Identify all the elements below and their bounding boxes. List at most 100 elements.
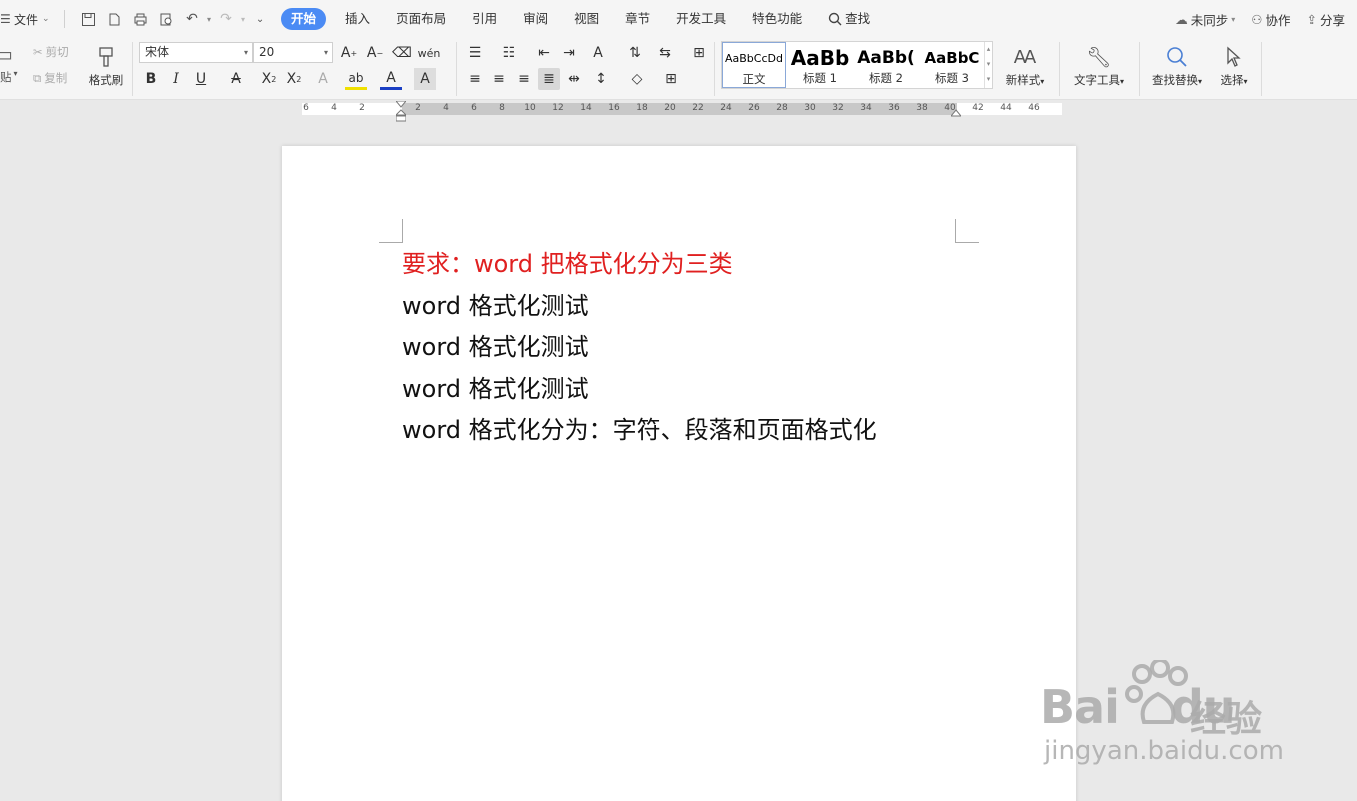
style-name: 标题 3 xyxy=(935,71,969,85)
paragraph[interactable]: word 格式化测试 xyxy=(402,327,877,369)
paste-label: 贴 xyxy=(0,70,12,84)
align-center-icon[interactable]: ≡ xyxy=(488,68,510,90)
bold-icon[interactable]: B xyxy=(140,68,162,90)
search-command[interactable]: 查找 xyxy=(815,8,883,30)
decrease-indent-icon[interactable]: ⇤ xyxy=(533,42,555,64)
paragraph[interactable]: word 格式化测试 xyxy=(402,369,877,411)
collaborate-button[interactable]: ⚇ 协作 xyxy=(1251,10,1290,29)
show-marks-icon[interactable]: ⇆ xyxy=(654,42,676,64)
justify-icon[interactable]: ≣ xyxy=(538,68,560,90)
text-effect-icon[interactable]: A xyxy=(312,68,334,90)
document-page[interactable]: 要求：word 把格式化分为三类 word 格式化测试 word 格式化测试 w… xyxy=(282,146,1076,801)
undo-icon[interactable]: ↶ xyxy=(181,8,203,30)
undo-dropdown-icon[interactable]: ▾ xyxy=(207,15,211,24)
phonetic-guide-icon[interactable]: wén xyxy=(418,42,441,64)
ruler-tick-label: 30 xyxy=(804,103,816,113)
distributed-icon[interactable]: ⇹ xyxy=(563,68,585,90)
print-preview-icon[interactable] xyxy=(155,8,177,30)
account-actions: ☁ 未同步 ▾ ⚇ 协作 ⇪ 分享 xyxy=(1175,0,1345,38)
strikethrough-icon[interactable]: A xyxy=(225,68,247,90)
export-pdf-icon[interactable] xyxy=(103,8,125,30)
shrink-font-icon[interactable]: A − xyxy=(364,42,386,64)
clear-format-icon[interactable]: ⌫ xyxy=(391,42,413,64)
highlight-icon[interactable]: ab xyxy=(345,68,367,90)
bullets-icon[interactable]: ☰ xyxy=(464,42,486,64)
menu-bar: ☰ 文件 ⌄ ↶ ▾ ↷ ▾ ⌄ 开始 插入 页面布局 引用 审阅 视图 章节 … xyxy=(0,0,1357,38)
font-size-select[interactable]: 20 ▾ xyxy=(253,42,333,63)
line-spacing-icon[interactable]: ↕ xyxy=(590,68,612,90)
font-name-select[interactable]: 宋体 ▾ xyxy=(139,42,253,63)
separator xyxy=(1059,42,1060,96)
style-heading-2[interactable]: AaBb( 标题 2 xyxy=(854,42,918,88)
sort-icon[interactable]: ⇅ xyxy=(624,42,646,64)
styles-scroll[interactable]: ▴ ▾ ▾ xyxy=(984,42,992,88)
ruler-tick-label: 14 xyxy=(580,103,592,113)
increase-indent-icon[interactable]: ⇥ xyxy=(558,42,580,64)
style-heading-3[interactable]: AaBbC 标题 3 xyxy=(920,42,984,88)
format-painter-icon xyxy=(86,42,126,72)
text-tools-button[interactable]: 🔧︎ 文字工具▾ xyxy=(1068,42,1130,88)
customize-toolbar-icon[interactable]: ⌄ xyxy=(249,8,271,30)
redo-icon[interactable]: ↷ xyxy=(215,8,237,30)
margin-corner-mark xyxy=(379,219,403,243)
copy-button[interactable]: ⧉ 复制 xyxy=(33,68,67,88)
tab-review[interactable]: 审阅 xyxy=(510,8,561,30)
select-button[interactable]: 选择▾ xyxy=(1214,42,1254,88)
ruler-tick-label: 38 xyxy=(916,103,928,113)
tab-developer[interactable]: 开发工具 xyxy=(663,8,739,30)
paragraph[interactable]: word 格式化分为：字符、段落和页面格式化 xyxy=(402,410,877,452)
paragraph-shading-icon[interactable]: ◇ xyxy=(626,68,648,90)
find-replace-label: 查找替换 xyxy=(1151,73,1198,87)
new-style-label: 新样式 xyxy=(1005,73,1041,87)
tab-references[interactable]: 引用 xyxy=(459,8,510,30)
paste-button[interactable]: ▭ 贴 ▾ xyxy=(0,42,18,88)
align-left-icon[interactable]: ≡ xyxy=(464,68,486,90)
tab-home[interactable]: 开始 xyxy=(281,8,327,30)
borders-icon[interactable]: ⊞ xyxy=(660,68,682,90)
right-indent-marker[interactable] xyxy=(949,108,963,118)
ruler-tick-label: 34 xyxy=(860,103,872,113)
font-color-icon[interactable]: A xyxy=(380,68,402,90)
style-normal[interactable]: AaBbCcDd 正文 xyxy=(722,42,786,88)
grow-font-icon[interactable]: A + xyxy=(338,42,360,64)
left-indent-marker[interactable] xyxy=(394,100,408,122)
align-right-icon[interactable]: ≡ xyxy=(513,68,535,90)
superscript-icon[interactable]: X2 xyxy=(258,68,280,90)
sync-status-button[interactable]: ☁ 未同步 ▾ xyxy=(1175,10,1235,29)
paragraph[interactable]: word 格式化测试 xyxy=(402,286,877,328)
separator xyxy=(1139,42,1140,96)
table-border-icon[interactable]: ⊞ xyxy=(688,42,710,64)
paragraph[interactable]: 要求：word 把格式化分为三类 xyxy=(402,244,877,286)
numbering-icon[interactable]: ☷ xyxy=(498,42,520,64)
chevron-down-icon: ▾ xyxy=(1119,77,1124,86)
tab-view[interactable]: 视图 xyxy=(561,8,612,30)
tab-insert[interactable]: 插入 xyxy=(332,8,383,30)
subscript-icon[interactable]: X2 xyxy=(283,68,305,90)
chevron-down-icon: ▾ xyxy=(243,48,248,57)
horizontal-ruler[interactable]: 6 4 2 2 4 6 8 10 12 14 16 18 20 22 24 26 28 30 32 34 36 38 40 4… xyxy=(0,100,1357,122)
chinese-layout-icon[interactable]: A xyxy=(587,42,609,64)
save-icon[interactable] xyxy=(77,8,99,30)
share-button[interactable]: ⇪ 分享 xyxy=(1307,10,1346,29)
underline-icon[interactable]: U xyxy=(190,68,212,90)
style-heading-1[interactable]: AaBb 标题 1 xyxy=(788,42,852,88)
tab-page-layout[interactable]: 页面布局 xyxy=(383,8,459,30)
ribbon-toolbar: ▭ 贴 ▾ ✂ 剪切 ⧉ 复制 格式刷 宋体 ▾ 20 ▾ A + A − ⌫ wén… xyxy=(0,38,1357,100)
collaborate-label: 协作 xyxy=(1265,12,1291,28)
find-replace-button[interactable]: 查找替换▾ xyxy=(1146,42,1208,88)
cut-button[interactable]: ✂ 剪切 xyxy=(33,42,69,62)
ruler-tick-label: 36 xyxy=(888,103,900,113)
tab-special-features[interactable]: 特色功能 xyxy=(739,8,815,30)
format-painter-button[interactable]: 格式刷 xyxy=(86,42,126,88)
ruler-tick-label: 46 xyxy=(1028,103,1040,113)
new-style-button[interactable]: Ꜳ 新样式▾ xyxy=(1000,42,1050,88)
document-body[interactable]: 要求：word 把格式化分为三类 word 格式化测试 word 格式化测试 w… xyxy=(402,244,877,452)
file-menu[interactable]: ☰ 文件 ⌄ xyxy=(0,11,60,28)
redo-dropdown-icon[interactable]: ▾ xyxy=(241,15,245,24)
tab-chapter[interactable]: 章节 xyxy=(612,8,663,30)
separator xyxy=(714,42,715,96)
italic-icon[interactable]: I xyxy=(165,68,187,90)
char-shading-icon[interactable]: A xyxy=(414,68,436,90)
print-icon[interactable] xyxy=(129,8,151,30)
ruler-tick-label: 24 xyxy=(720,103,732,113)
